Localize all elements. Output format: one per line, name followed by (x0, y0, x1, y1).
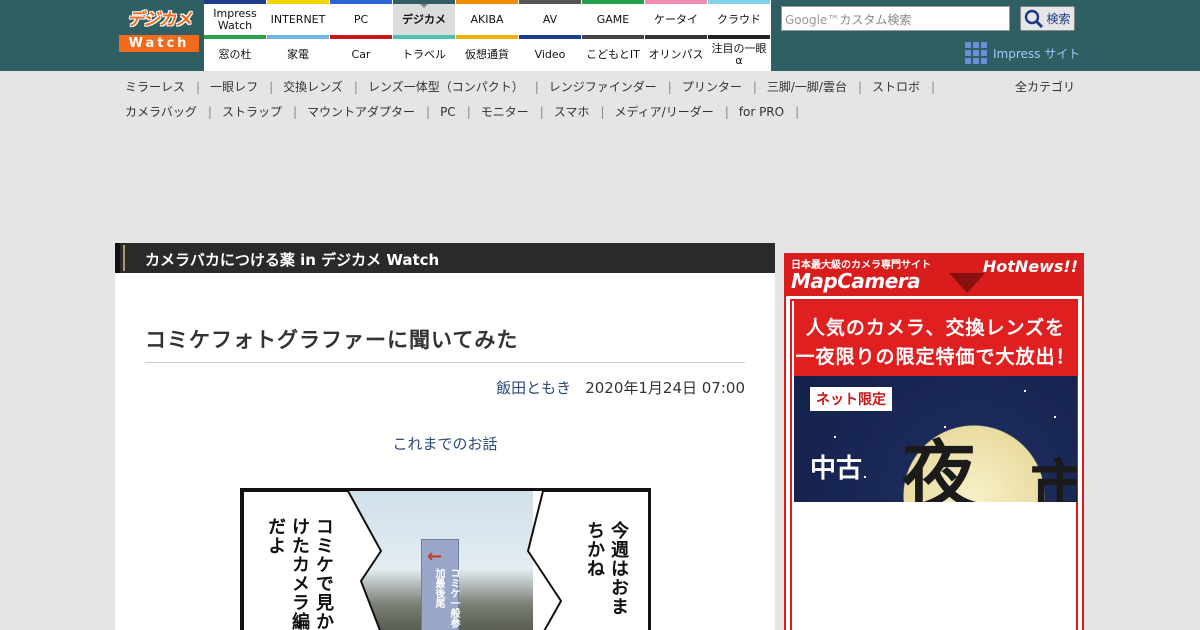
search-placeholder: カスタム検索 (839, 13, 912, 27)
search-button[interactable]: 検索 (1020, 6, 1075, 31)
category-link[interactable]: プリンター (682, 80, 742, 94)
category-link[interactable]: 交換レンズ (283, 80, 343, 94)
nav-item[interactable]: PC (330, 0, 392, 35)
category-separator: | (426, 105, 431, 119)
title-divider (145, 362, 745, 363)
category-link[interactable]: 三脚/一脚/雲台 (767, 80, 847, 94)
category-row-1: ミラーレス | 一眼レフ | 交換レンズ | レンズ一体型（コンパクト） | レンジファインダー… (125, 78, 945, 95)
category-row-2: カメラバッグ | ストラップ | マウントアダプター | PC | モニター | スマホ | メディア/… (125, 103, 809, 120)
nav-item[interactable]: 注目の一眼 α (708, 35, 770, 70)
logo-text-top: デジカメ (127, 10, 192, 30)
category-separator: | (539, 105, 544, 119)
all-categories-link[interactable]: 全カテゴリ (1015, 78, 1075, 95)
category-link[interactable]: スマホ (554, 105, 590, 119)
category-link[interactable]: ストロボ (872, 80, 920, 94)
grid-icon (965, 42, 987, 64)
category-separator: | (600, 105, 605, 119)
search-button-label: 検索 (1046, 12, 1071, 26)
category-link[interactable]: ミラーレス (125, 80, 185, 94)
ad-used-label: 中古 (810, 454, 863, 484)
nav-item[interactable]: クラウド (708, 0, 770, 35)
ad-big-character: 夜 (902, 433, 976, 502)
category-link[interactable]: メディア/リーダー (614, 105, 713, 119)
nav-item[interactable]: Car (330, 35, 392, 70)
category-separator: | (857, 80, 863, 94)
site-nav-grid: Impress Watch INTERNET PC デジカメ AKIBA AV GAME ケー… (204, 0, 771, 71)
nav-item[interactable]: オリンパス (645, 35, 707, 70)
nav-item[interactable]: INTERNET (267, 0, 329, 35)
logo-text-bottom: Watch (119, 35, 199, 52)
category-separator: | (292, 105, 297, 119)
search-icon (1025, 9, 1044, 28)
ad-headline-line1: 人気のカメラ、交換レンズを (805, 317, 1066, 339)
search-brand: Google™ (785, 13, 840, 27)
ad-frame: 人気のカメラ、交換レンズを 一夜限りの限定特価で大放出！ ネット限定 中古 夜 … (786, 296, 1082, 630)
previous-episodes-label[interactable]: これまでのお話 (392, 435, 497, 453)
ad-online-badge: ネット限定 (810, 387, 892, 411)
ad-headline-panel: 人気のカメラ、交換レンズを 一夜限りの限定特価で大放出！ (794, 301, 1077, 376)
ad-night-banner: ネット限定 中古 夜 市 (794, 376, 1077, 502)
ad-big-character-2: 市 (1030, 454, 1077, 502)
ad-headline-line2: 一夜限りの限定特価で大放出！ (795, 346, 1076, 368)
ad-hotnews: HotNews!! (982, 257, 1078, 276)
byline: 飯田ともき 2020年1月24日 07:00 (496, 377, 745, 398)
section-header-accent (123, 245, 125, 271)
category-link[interactable]: カメラバッグ (125, 105, 197, 119)
publish-date: 2020年1月24日 07:00 (585, 379, 745, 397)
nav-item[interactable]: デジカメ (393, 0, 455, 35)
section-title[interactable]: カメラバカにつける薬 in デジカメ Watch (145, 249, 439, 270)
category-link[interactable]: レンジファインダー (549, 80, 657, 94)
nav-item[interactable]: ケータイ (645, 0, 707, 35)
nav-item[interactable]: GAME (582, 0, 644, 35)
mapcamera-ad[interactable]: 日本最大級のカメラ専門サイト MapCamera HotNews!! 人気のカメ… (784, 253, 1084, 630)
category-separator: | (353, 80, 358, 94)
category-separator: | (196, 80, 201, 94)
category-separator: | (534, 80, 539, 94)
search-input[interactable]: Google™カスタム検索 (781, 6, 1010, 31)
down-arrow-icon (949, 273, 985, 293)
article-body: コミケフォトグラファーに聞いてみた 飯田ともき 2020年1月24日 07:00 … (115, 273, 775, 630)
section-header: カメラバカにつける薬 in デジカメ Watch (115, 243, 775, 273)
author-link[interactable]: 飯田ともき (496, 379, 571, 397)
comic-bubble-right: 今週はおまちかね (584, 521, 629, 616)
comic-bubble-left: コミケで見かけたカメラ編だよ (265, 517, 334, 630)
nav-item[interactable]: Video (519, 35, 581, 70)
ad-brand: MapCamera (791, 269, 921, 293)
category-separator: | (269, 80, 274, 94)
nav-item[interactable]: トラベル (393, 35, 455, 70)
category-link[interactable]: 一眼レフ (210, 80, 258, 94)
nav-item[interactable]: Impress Watch (204, 0, 266, 35)
nav-item[interactable]: 家電 (267, 35, 329, 70)
category-separator: | (466, 105, 471, 119)
caret-down-icon (420, 4, 428, 8)
category-link[interactable]: マウントアダプター (307, 105, 415, 119)
nav-item[interactable]: AV (519, 0, 581, 35)
category-separator: | (207, 105, 212, 119)
category-separator: | (752, 80, 757, 94)
site-logo[interactable]: デジカメ Watch (119, 10, 199, 56)
nav-item[interactable]: 仮想通貨 (456, 35, 518, 70)
category-link[interactable]: モニター (481, 105, 529, 119)
category-link[interactable]: for PRO (739, 105, 784, 119)
category-separator: | (724, 105, 729, 119)
article-title: コミケフォトグラファーに聞いてみた (145, 328, 519, 352)
nav-item[interactable]: AKIBA (456, 0, 518, 35)
ad-inner: 人気のカメラ、交換レンズを 一夜限りの限定特価で大放出！ ネット限定 中古 夜 … (790, 299, 1078, 630)
category-separator: | (667, 80, 672, 94)
impress-link-label: Impress サイト (993, 46, 1081, 61)
category-separator: | (795, 105, 800, 119)
nav-item[interactable]: こどもとIT (582, 35, 644, 70)
category-link[interactable]: PC (440, 105, 456, 119)
nav-item[interactable]: 窓の杜 (204, 35, 266, 70)
category-link[interactable]: ストラップ (222, 105, 282, 119)
impress-sites-link[interactable]: Impress サイト (965, 42, 1080, 64)
category-link[interactable]: レンズ一体型（コンパクト） (368, 80, 524, 94)
previous-episodes-link: これまでのお話 (115, 433, 775, 454)
category-separator: | (931, 80, 936, 94)
comic-image: ← コミケ一般参加最後尾 コミケで見かけたカメラ編だよ 今週はおまちかね (240, 488, 651, 630)
